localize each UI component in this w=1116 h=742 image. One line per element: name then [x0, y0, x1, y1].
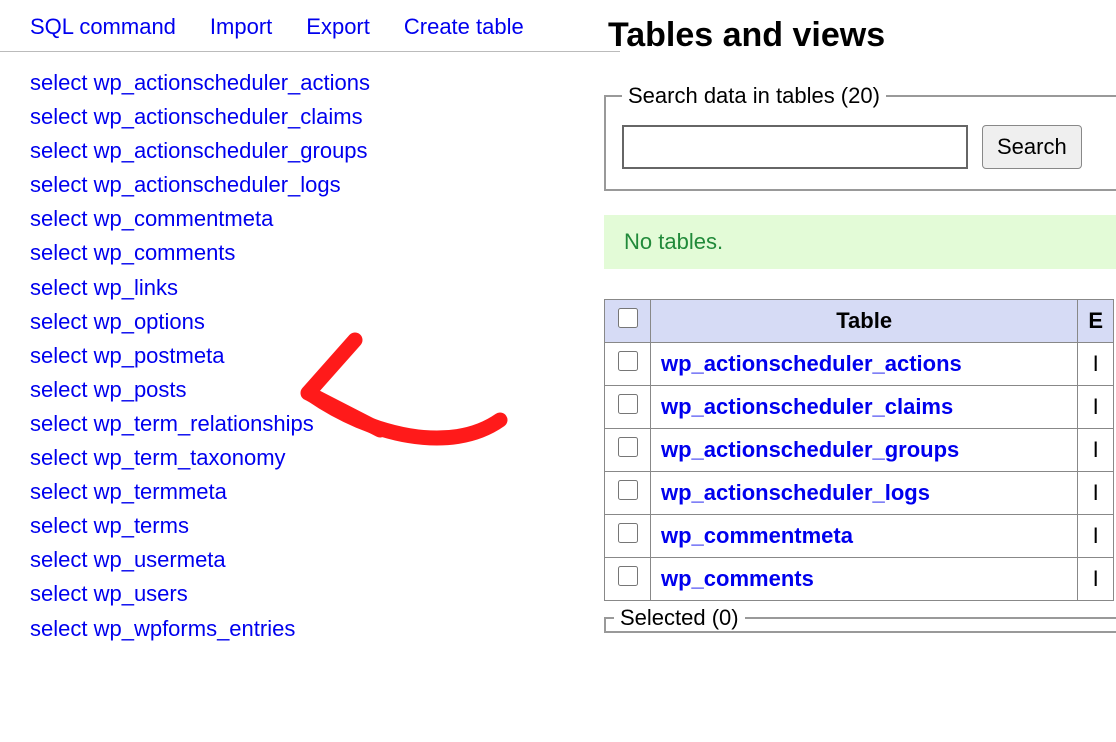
row-checkbox-cell: [605, 515, 651, 558]
sidebar-table-link[interactable]: select wp_postmeta: [30, 339, 570, 373]
export-link[interactable]: Export: [306, 10, 370, 43]
no-tables-message: No tables.: [604, 215, 1116, 269]
sidebar-table-link[interactable]: select wp_actionscheduler_logs: [30, 168, 570, 202]
sidebar-table-link[interactable]: select wp_usermeta: [30, 543, 570, 577]
table-name-link[interactable]: wp_comments: [661, 566, 814, 591]
search-button[interactable]: [982, 125, 1082, 169]
select-all-header: [605, 300, 651, 343]
sidebar-table-link[interactable]: select wp_comments: [30, 236, 570, 270]
table-name-link[interactable]: wp_actionscheduler_actions: [661, 351, 962, 376]
tables-table: Table E wp_actionscheduler_actions Iwp_ac…: [604, 299, 1114, 601]
create-table-link[interactable]: Create table: [404, 10, 524, 43]
sidebar-divider: [0, 51, 620, 52]
select-all-checkbox[interactable]: [618, 308, 638, 328]
sidebar-table-link[interactable]: select wp_terms: [30, 509, 570, 543]
sidebar-table-link[interactable]: select wp_termmeta: [30, 475, 570, 509]
table-name-link[interactable]: wp_actionscheduler_logs: [661, 480, 930, 505]
row-checkbox-cell: [605, 558, 651, 601]
row-engine-cell: I: [1078, 515, 1114, 558]
row-engine-cell: I: [1078, 386, 1114, 429]
sidebar-table-link[interactable]: select wp_posts: [30, 373, 570, 407]
row-engine-cell: I: [1078, 558, 1114, 601]
sidebar-table-link[interactable]: select wp_term_taxonomy: [30, 441, 570, 475]
search-fieldset: Search data in tables (20): [604, 83, 1116, 191]
selected-legend: Selected (0): [614, 605, 745, 631]
table-row: wp_commentmeta I: [605, 515, 1114, 558]
table-name-link[interactable]: wp_actionscheduler_groups: [661, 437, 959, 462]
sidebar-table-link[interactable]: select wp_actionscheduler_actions: [30, 66, 570, 100]
row-checkbox-cell: [605, 429, 651, 472]
sidebar-table-link[interactable]: select wp_actionscheduler_claims: [30, 100, 570, 134]
row-checkbox-cell: [605, 386, 651, 429]
row-checkbox[interactable]: [618, 437, 638, 457]
row-engine-cell: I: [1078, 472, 1114, 515]
sidebar-table-link[interactable]: select wp_wpforms_entries: [30, 612, 570, 646]
search-input[interactable]: [622, 125, 968, 169]
table-column-header[interactable]: Table: [651, 300, 1078, 343]
sidebar-table-link[interactable]: select wp_users: [30, 577, 570, 611]
row-checkbox-cell: [605, 343, 651, 386]
row-checkbox-cell: [605, 472, 651, 515]
sql-command-link[interactable]: SQL command: [30, 10, 176, 43]
table-name-link[interactable]: wp_commentmeta: [661, 523, 853, 548]
sidebar: SQL command Import Export Create table s…: [0, 0, 600, 656]
row-table-name-cell: wp_actionscheduler_actions: [651, 343, 1078, 386]
row-engine-cell: I: [1078, 429, 1114, 472]
import-link[interactable]: Import: [210, 10, 272, 43]
sidebar-table-link[interactable]: select wp_options: [30, 305, 570, 339]
table-row: wp_actionscheduler_actions I: [605, 343, 1114, 386]
search-legend: Search data in tables (20): [622, 83, 886, 109]
main: Tables and views Search data in tables (…: [600, 0, 1116, 657]
sidebar-top-links: SQL command Import Export Create table: [30, 10, 570, 43]
table-row: wp_actionscheduler_claims I: [605, 386, 1114, 429]
sidebar-table-link[interactable]: select wp_links: [30, 271, 570, 305]
row-table-name-cell: wp_comments: [651, 558, 1078, 601]
table-header-row: Table E: [605, 300, 1114, 343]
selected-fieldset: Selected (0): [604, 605, 1116, 633]
sidebar-table-link[interactable]: select wp_actionscheduler_groups: [30, 134, 570, 168]
row-checkbox[interactable]: [618, 523, 638, 543]
row-table-name-cell: wp_actionscheduler_claims: [651, 386, 1078, 429]
row-checkbox[interactable]: [618, 566, 638, 586]
table-row: wp_actionscheduler_groups I: [605, 429, 1114, 472]
row-engine-cell: I: [1078, 343, 1114, 386]
table-row: wp_comments I: [605, 558, 1114, 601]
row-checkbox[interactable]: [618, 480, 638, 500]
row-checkbox[interactable]: [618, 394, 638, 414]
row-table-name-cell: wp_actionscheduler_groups: [651, 429, 1078, 472]
sidebar-table-link[interactable]: select wp_commentmeta: [30, 202, 570, 236]
table-row: wp_actionscheduler_logs I: [605, 472, 1114, 515]
engine-column-header[interactable]: E: [1078, 300, 1114, 343]
table-name-link[interactable]: wp_actionscheduler_claims: [661, 394, 953, 419]
row-table-name-cell: wp_commentmeta: [651, 515, 1078, 558]
sidebar-table-link[interactable]: select wp_term_relationships: [30, 407, 570, 441]
row-checkbox[interactable]: [618, 351, 638, 371]
table-list: select wp_actionscheduler_actionsselect …: [30, 66, 570, 646]
row-table-name-cell: wp_actionscheduler_logs: [651, 472, 1078, 515]
page-title: Tables and views: [608, 16, 1116, 55]
